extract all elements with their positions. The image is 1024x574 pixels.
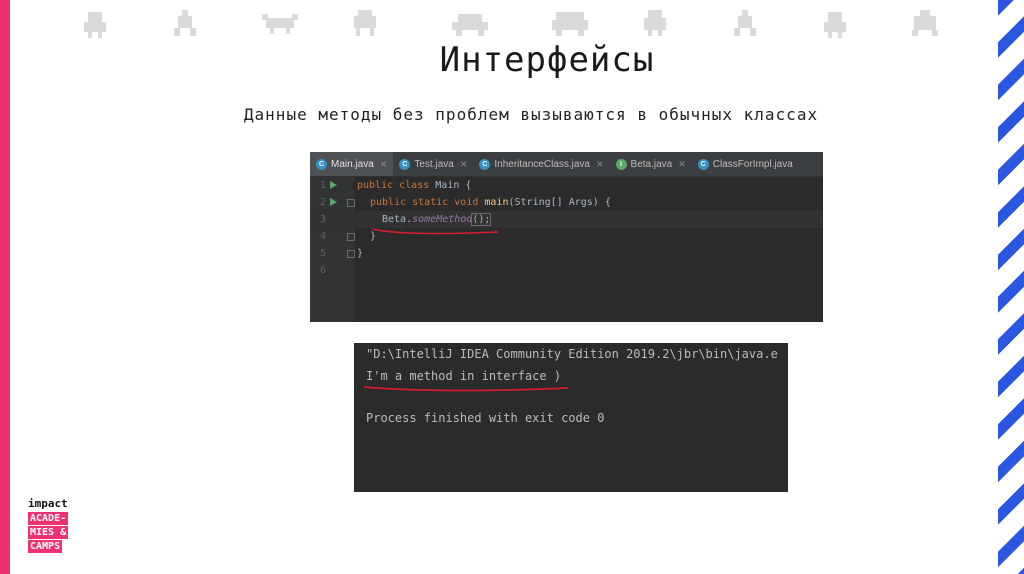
- tab-classforimpl-java[interactable]: C ClassForImpl.java: [692, 152, 799, 176]
- code-text: Beta.someMethod();: [382, 213, 492, 226]
- pixel-car-icon: [452, 14, 488, 36]
- line-number: 6: [319, 265, 326, 276]
- tab-label: Main.java: [331, 158, 374, 170]
- close-icon[interactable]: ✕: [380, 159, 388, 170]
- console-line-command: "D:\IntelliJ IDEA Community Edition 2019…: [366, 347, 778, 361]
- pixel-figure-icon: [734, 10, 756, 36]
- pixel-creature-icon: [644, 10, 666, 36]
- line-number: 3: [319, 214, 326, 225]
- code-line: 1 public class Main {: [310, 177, 823, 194]
- code-text: public class Main {: [357, 180, 472, 191]
- left-accent-bar: [0, 0, 10, 574]
- logo-top-text: impact: [28, 497, 68, 510]
- pixel-alien-icon: [354, 10, 376, 36]
- logo-line: MIES &: [28, 526, 69, 539]
- tab-inheritanceclass-java[interactable]: C InheritanceClass.java ✕: [473, 152, 609, 176]
- ide-editor-screenshot: C Main.java ✕ C Test.java ✕ C Inheritanc…: [310, 152, 823, 322]
- run-icon[interactable]: [330, 198, 337, 206]
- red-underline-annotation: [363, 386, 569, 392]
- fold-icon[interactable]: [347, 250, 355, 258]
- code-line: 6: [310, 262, 823, 279]
- line-number: 5: [319, 248, 326, 259]
- pixel-robot-icon: [84, 12, 106, 38]
- code-line-current: 3 Beta.someMethod();: [310, 211, 823, 228]
- impact-academies-logo: impact ACADE- MIES & CAMPS: [28, 497, 69, 554]
- close-icon[interactable]: ✕: [460, 159, 468, 170]
- interface-icon: I: [615, 158, 627, 170]
- editor-tab-bar: C Main.java ✕ C Test.java ✕ C Inheritanc…: [310, 152, 823, 177]
- tab-label: Test.java: [414, 158, 454, 170]
- line-number: 2: [319, 197, 326, 208]
- run-icon[interactable]: [330, 181, 337, 189]
- slide-title: Интерфейсы: [439, 40, 655, 80]
- pixel-robot-icon: [824, 12, 846, 38]
- line-number: 4: [319, 231, 326, 242]
- logo-line: CAMPS: [28, 540, 63, 553]
- tab-main-java[interactable]: C Main.java ✕: [310, 152, 394, 176]
- right-stripe-border: [998, 0, 1024, 574]
- tab-label: InheritanceClass.java: [494, 158, 590, 170]
- code-editor[interactable]: 1 public class Main { 2 public static vo…: [310, 177, 823, 322]
- pixel-figure-icon: [174, 10, 196, 36]
- decorative-pattern-row: [60, 8, 960, 42]
- console-line-exit: Process finished with exit code 0: [366, 411, 605, 425]
- fold-icon[interactable]: [347, 233, 355, 241]
- code-text: }: [357, 248, 364, 259]
- class-icon: C: [479, 158, 491, 170]
- text-caret: [490, 213, 492, 225]
- code-line: 5 }: [310, 245, 823, 262]
- close-icon[interactable]: ✕: [596, 159, 604, 170]
- console-line-output: I'm a method in interface ): [366, 369, 562, 383]
- code-line: 2 public static void main(String[] Args)…: [310, 194, 823, 211]
- tab-beta-java[interactable]: I Beta.java ✕: [610, 152, 692, 176]
- console-output-screenshot: "D:\IntelliJ IDEA Community Edition 2019…: [354, 343, 788, 492]
- pixel-bug-icon: [912, 10, 938, 36]
- logo-line: ACADE-: [28, 512, 69, 525]
- class-icon: C: [399, 158, 411, 170]
- code-text: public static void main(String[] Args) {: [370, 197, 611, 208]
- code-line: 4 }: [310, 228, 823, 245]
- tab-label: ClassForImpl.java: [712, 158, 793, 170]
- pixel-crab-icon: [262, 14, 298, 34]
- fold-icon[interactable]: [347, 199, 355, 207]
- class-icon: C: [697, 158, 709, 170]
- code-text: }: [370, 231, 377, 242]
- slide-subtitle: Данные методы без проблем вызываются в о…: [243, 105, 819, 124]
- tab-test-java[interactable]: C Test.java ✕: [393, 152, 473, 176]
- tab-label: Beta.java: [630, 158, 673, 170]
- line-number: 1: [319, 180, 326, 191]
- pixel-invader-icon: [552, 12, 588, 36]
- class-icon: C: [316, 158, 327, 170]
- close-icon[interactable]: ✕: [678, 159, 686, 170]
